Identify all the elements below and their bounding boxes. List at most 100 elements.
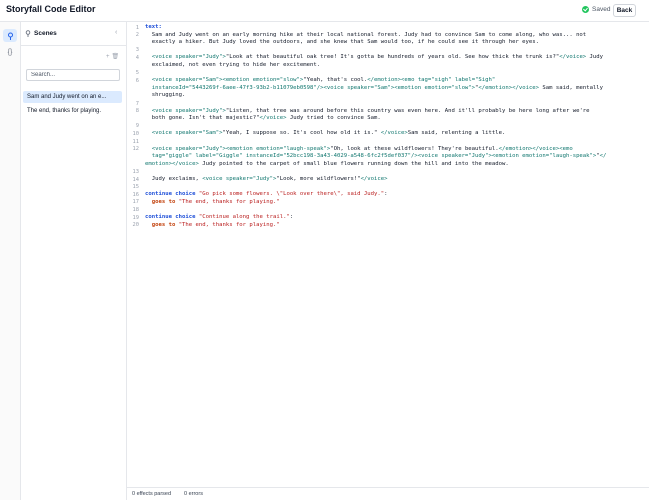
line-number: 5	[135, 70, 139, 77]
code-token: goes to	[145, 221, 179, 228]
rail-scenes-button[interactable]	[3, 29, 17, 42]
status-bar: 0 effects parsed 0 errors	[127, 487, 649, 501]
side-rail: {}	[0, 22, 21, 500]
code-token: tag="giggle" label="Giggle" instanceId="…	[145, 153, 597, 160]
code-line[interactable]: Sam and Judy went on an early morning hi…	[145, 32, 586, 40]
line-number: 7	[135, 100, 139, 107]
line-number: 1	[135, 24, 139, 31]
code-token: <voice speaker="Judy">	[145, 107, 226, 114]
line-number: 19	[132, 214, 140, 221]
code-token: text:	[145, 24, 162, 30]
code-token: continue choice	[145, 214, 199, 220]
code-token: <voice speaker="Judy">	[145, 54, 226, 61]
rail-code-button[interactable]: {}	[3, 46, 17, 59]
code-token: <voice speaker="Sam"><emotion emotion="s…	[145, 77, 304, 84]
code-token: "Yeah, that's cool.	[303, 77, 368, 84]
code-token: Judy exclaims,	[145, 176, 203, 182]
line-number: 9	[135, 123, 139, 130]
line-number: 8	[135, 108, 139, 115]
code-token: </voice>	[559, 54, 587, 61]
code-line[interactable]: goes to "The end, thanks for playing."	[145, 199, 280, 207]
line-number: 4	[135, 54, 139, 61]
collapse-sidebar-icon[interactable]: ‹	[115, 29, 117, 36]
pin-icon	[25, 30, 31, 39]
line-number: 18	[132, 206, 140, 213]
code-line[interactable]: emotion></voice> Judy pointed to the car…	[145, 161, 509, 169]
code-line[interactable]: <voice speaker="Judy">"Look at that beau…	[145, 54, 603, 62]
code-line[interactable]: <voice speaker="Judy">"Listen, that tree…	[145, 108, 590, 116]
line-number: 11	[132, 138, 140, 145]
scene-list-item[interactable]: Sam and Judy went on an e...	[23, 91, 122, 103]
braces-icon: {}	[7, 49, 13, 56]
code-token: <voice speaker="Sam">	[145, 130, 223, 137]
code-token: "The end, thanks for playing."	[178, 221, 280, 228]
code-token: Judy pointed to the carpet of small blue…	[198, 160, 509, 167]
line-number: 2	[135, 32, 139, 39]
line-number: 17	[132, 199, 140, 206]
code-line[interactable]: shrugging.	[145, 92, 186, 100]
code-line[interactable]: text:	[145, 24, 162, 32]
code-line[interactable]: continue choice "Continue along the trai…	[145, 214, 293, 222]
app-title: Storyfall Code Editor	[6, 4, 96, 14]
code-token: </voice>	[380, 130, 408, 137]
line-number: 16	[132, 191, 140, 198]
code-line[interactable]: <voice speaker="Sam"><emotion emotion="s…	[145, 77, 496, 85]
code-token: :	[384, 191, 388, 198]
line-number: 12	[132, 146, 140, 153]
code-line[interactable]: exclaimed, not even trying to hide her e…	[145, 62, 320, 70]
code-line[interactable]: both gone. Isn't that majestic?"</voice>…	[145, 115, 381, 123]
code-token: </emotion></voice>	[478, 84, 540, 91]
code-line[interactable]: exactly a hiker. But Judy loved the outd…	[145, 39, 539, 47]
code-token: <voice speaker="Judy">	[202, 176, 277, 182]
line-number: 3	[135, 47, 139, 54]
code-token: </	[599, 153, 607, 160]
code-token: Sam and Judy went on an early morning hi…	[145, 31, 587, 38]
code-token: Sam said, relenting a little.	[407, 130, 506, 137]
code-token: goes to	[145, 198, 179, 205]
code-token: Sam said, mentally	[539, 84, 604, 91]
code-token: instanceId="5443269f-6aee-47f3-93b2-b110…	[145, 84, 476, 91]
sidebar-header: Scenes ‹	[21, 22, 126, 46]
code-token: </emotion></voice><emo	[498, 145, 573, 152]
code-token: "The end, thanks for playing."	[178, 198, 280, 205]
code-token: Judy	[586, 54, 604, 61]
code-line[interactable]: Judy exclaims, <voice speaker="Judy">"Lo…	[145, 176, 388, 184]
sidebar-title: Scenes	[34, 30, 57, 37]
code-editor[interactable]: 1 2 3 4 5 6 7 8 9 10 11 12 13 14 15 16 17 18 19 20 text: Sa…	[127, 22, 649, 484]
code-token: exactly a hiker. But Judy loved the outd…	[145, 39, 540, 46]
code-line[interactable]: <voice speaker="Judy"><emotion emotion="…	[145, 146, 573, 154]
save-status: Saved	[582, 6, 610, 13]
code-line[interactable]: instanceId="5443269f-6aee-47f3-93b2-b110…	[145, 85, 603, 93]
pin-icon	[7, 32, 13, 40]
top-bar: Storyfall Code Editor Saved Back	[0, 0, 649, 22]
scene-list-item[interactable]: The end, thanks for playing.	[23, 105, 122, 117]
code-token: "Go pick some flowers. \"Look over there…	[198, 191, 385, 198]
code-line[interactable]: <voice speaker="Sam">"Yeah, I suppose so…	[145, 130, 506, 138]
line-number: 10	[132, 130, 140, 137]
code-token: </voice>	[360, 176, 388, 182]
code-token: "Yeah, I suppose so. It's cool how old i…	[222, 130, 381, 137]
code-token: </voice>	[259, 115, 287, 122]
code-line[interactable]: continue choice "Go pick some flowers. \…	[145, 191, 388, 199]
line-number: 15	[132, 184, 140, 191]
code-token: both gone. Isn't that majestic?"	[145, 115, 260, 122]
code-token: "Listen, that tree was around before thi…	[225, 107, 590, 114]
line-number-gutter: 1 2 3 4 5 6 7 8 9 10 11 12 13 14 15 16 17 18 19 20	[127, 22, 140, 484]
code-line[interactable]: tag="giggle" label="Giggle" instanceId="…	[145, 153, 607, 161]
error-count: 0 errors	[184, 491, 203, 497]
back-button[interactable]: Back	[613, 4, 636, 17]
scene-search-input[interactable]	[26, 69, 120, 81]
code-token: </emotion><emo tag="sigh" label="Sigh"	[367, 77, 496, 84]
code-line[interactable]: goes to "The end, thanks for playing."	[145, 222, 280, 230]
sidebar-toolbar: +🗑	[106, 53, 121, 60]
line-number: 14	[132, 176, 140, 183]
line-number: 13	[132, 168, 140, 175]
effects-parsed-count: 0 effects parsed	[132, 491, 172, 497]
save-status-label: Saved	[592, 6, 611, 13]
code-token: "Look at that beautiful oak tree! It's g…	[225, 54, 560, 61]
code-token: "Look, more wildflowers!"	[276, 176, 361, 182]
delete-scene-icon[interactable]: 🗑	[112, 54, 122, 60]
code-token: "Oh, look at these wildflowers! They're …	[330, 145, 499, 152]
code-token: <voice speaker="Judy"><emotion emotion="…	[145, 145, 331, 152]
code-token: Judy tried to convince Sam.	[286, 115, 381, 122]
